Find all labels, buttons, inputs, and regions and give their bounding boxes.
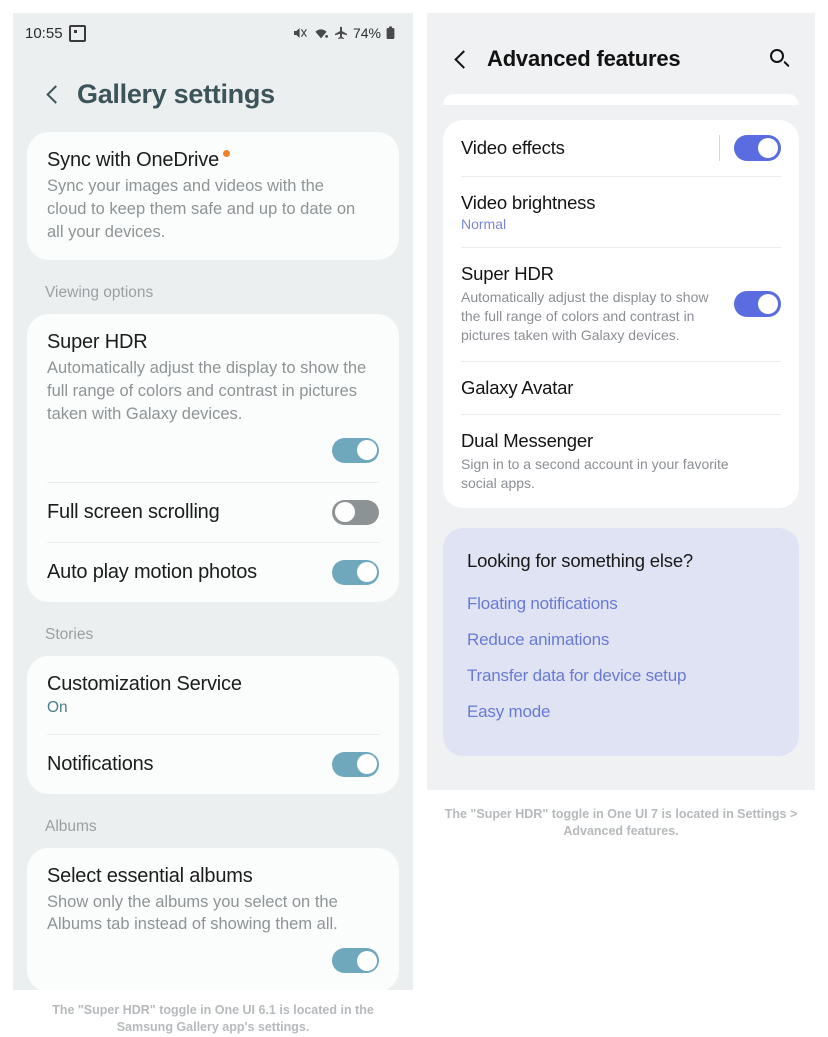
- stories-card: Customization Service On Notifications: [27, 655, 399, 794]
- advanced-features-screen: Advanced features Video effects Video br…: [427, 13, 815, 790]
- auto-play-motion-photos-title: Auto play motion photos: [47, 560, 257, 583]
- section-label-stories: Stories: [45, 625, 94, 643]
- super-hdr-title: Super HDR: [461, 263, 554, 284]
- select-essential-albums-row[interactable]: Select essential albums Show only the al…: [47, 848, 379, 990]
- auto-play-motion-photos-toggle[interactable]: [332, 559, 379, 585]
- link-floating-notifications[interactable]: Floating notifications: [467, 586, 775, 622]
- chevron-left-icon[interactable]: [451, 48, 471, 70]
- full-screen-scrolling-title: Full screen scrolling: [47, 500, 220, 523]
- video-brightness-title: Video brightness: [461, 192, 596, 213]
- super-hdr-toggle[interactable]: [332, 437, 379, 463]
- video-brightness-row[interactable]: Video brightness Normal: [461, 176, 781, 247]
- vertical-divider: [719, 135, 720, 161]
- select-essential-albums-toggle[interactable]: [332, 948, 379, 974]
- section-label-viewing-options: Viewing options: [45, 284, 154, 302]
- super-hdr-description: Automatically adjust the display to show…: [47, 359, 367, 423]
- video-effects-row[interactable]: Video effects: [461, 120, 781, 176]
- video-effects-title: Video effects: [461, 137, 565, 158]
- chevron-left-icon[interactable]: [43, 85, 63, 105]
- select-essential-albums-title: Select essential albums: [47, 864, 253, 887]
- advanced-features-header: Advanced features: [427, 13, 815, 72]
- right-panel-caption: The "Super HDR" toggle in One UI 7 is lo…: [444, 807, 798, 838]
- super-hdr-title: Super HDR: [47, 331, 148, 354]
- notifications-row[interactable]: Notifications: [47, 733, 379, 794]
- screen-record-icon: [68, 24, 86, 42]
- airplane-mode-icon: [334, 26, 348, 40]
- galaxy-avatar-row[interactable]: Galaxy Avatar: [461, 360, 781, 414]
- sync-with-onedrive-description: Sync your images and videos with the clo…: [47, 177, 356, 241]
- select-essential-albums-toggle-wrap: [47, 936, 379, 975]
- status-bar: 10:55 74%: [13, 13, 413, 53]
- notifications-toggle[interactable]: [332, 751, 379, 777]
- screenshot-root: 10:55 74% Gallery settings Sync with One…: [0, 0, 828, 1037]
- galaxy-avatar-title: Galaxy Avatar: [461, 376, 574, 398]
- customization-service-title: Customization Service: [47, 672, 242, 695]
- dual-messenger-title: Dual Messenger: [461, 429, 593, 451]
- dual-messenger-description: Sign in to a second account in your favo…: [461, 455, 729, 491]
- wifi-icon: [313, 26, 329, 40]
- new-dot-badge-icon: [223, 150, 231, 157]
- customization-service-status: On: [47, 698, 68, 716]
- battery-icon: [386, 26, 395, 40]
- albums-card: Select essential albums Show only the al…: [27, 847, 399, 990]
- super-hdr-toggle-wrap: [47, 426, 379, 465]
- battery-percent-label: 74%: [352, 25, 381, 41]
- sync-with-onedrive-row[interactable]: Sync with OneDrive Sync your images and …: [47, 132, 379, 260]
- status-time: 10:55: [25, 24, 63, 42]
- super-hdr-description: Automatically adjust the display to show…: [461, 289, 709, 344]
- status-bar-right: 74%: [293, 25, 395, 41]
- looking-card-title: Looking for something else?: [467, 549, 693, 571]
- link-easy-mode[interactable]: Easy mode: [467, 694, 775, 730]
- notifications-title: Notifications: [47, 752, 154, 775]
- select-essential-albums-description: Show only the albums you select on the A…: [47, 892, 338, 934]
- mute-icon: [293, 26, 308, 40]
- left-panel-caption: The "Super HDR" toggle in One UI 6.1 is …: [52, 1003, 374, 1034]
- customization-service-row[interactable]: Customization Service On: [47, 656, 379, 734]
- dual-messenger-row[interactable]: Dual Messenger Sign in to a second accou…: [461, 413, 781, 508]
- search-icon[interactable]: [769, 48, 791, 70]
- advanced-features-card: Video effects Video brightness Normal Su…: [443, 120, 799, 508]
- page-title: Advanced features: [487, 46, 681, 71]
- page-title: Gallery settings: [77, 79, 275, 109]
- super-hdr-toggle[interactable]: [734, 291, 781, 318]
- super-hdr-row[interactable]: Super HDR Automatically adjust the displ…: [461, 247, 781, 361]
- section-label-albums: Albums: [45, 817, 97, 835]
- viewing-options-card: Super HDR Automatically adjust the displ…: [27, 314, 399, 602]
- sync-with-onedrive-card[interactable]: Sync with OneDrive Sync your images and …: [27, 132, 399, 261]
- sync-with-onedrive-title: Sync with OneDrive: [47, 149, 231, 172]
- looking-for-something-else-card: Looking for something else? Floating not…: [443, 527, 799, 756]
- link-reduce-animations[interactable]: Reduce animations: [467, 622, 775, 658]
- full-screen-scrolling-toggle[interactable]: [332, 499, 379, 525]
- status-bar-left: 10:55: [25, 24, 86, 42]
- video-brightness-value: Normal: [461, 216, 507, 232]
- super-hdr-row[interactable]: Super HDR Automatically adjust the displ…: [47, 314, 379, 481]
- gallery-settings-header: Gallery settings: [13, 53, 413, 132]
- gallery-settings-screen: 10:55 74% Gallery settings Sync with One…: [13, 13, 413, 990]
- full-screen-scrolling-row[interactable]: Full screen scrolling: [47, 481, 379, 542]
- auto-play-motion-photos-row[interactable]: Auto play motion photos: [47, 541, 379, 602]
- video-effects-toggle[interactable]: [734, 135, 781, 161]
- link-transfer-data-for-device-setup[interactable]: Transfer data for device setup: [467, 658, 775, 694]
- previous-card-edge: [443, 94, 799, 105]
- sync-with-onedrive-label: Sync with OneDrive: [47, 149, 220, 171]
